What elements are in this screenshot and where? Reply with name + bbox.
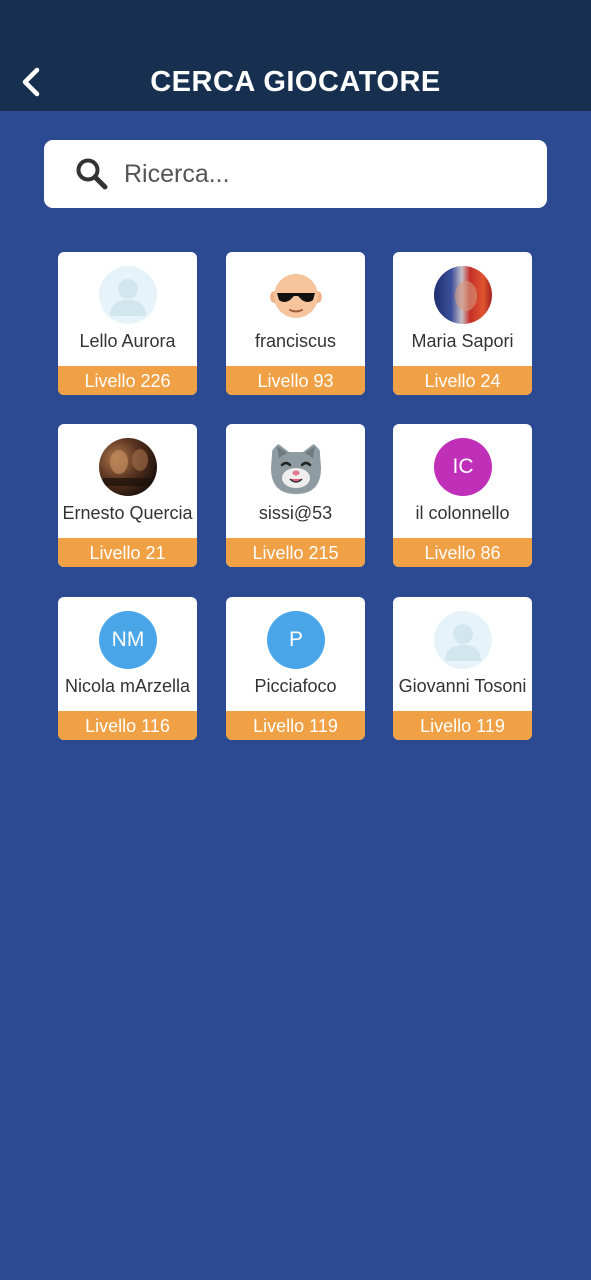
player-card[interactable]: franciscus Livello 93 xyxy=(226,252,365,395)
cat-face-avatar xyxy=(267,438,325,496)
level-badge: Livello 21 xyxy=(58,538,197,567)
player-name: sissi@53 xyxy=(258,503,333,523)
level-badge: Livello 24 xyxy=(393,366,532,395)
player-card[interactable]: Ernesto Quercia Livello 21 xyxy=(58,424,197,567)
player-name: Lello Aurora xyxy=(79,331,176,351)
page-title: CERCA GIOCATORE xyxy=(150,66,441,98)
level-badge: Livello 119 xyxy=(393,711,532,740)
player-card[interactable]: Giovanni Tosoni Livello 119 xyxy=(393,597,532,740)
movie-poster-avatar xyxy=(99,438,157,496)
initials-avatar: P xyxy=(267,611,325,669)
level-badge: Livello 226 xyxy=(58,366,197,395)
initials-avatar: NM xyxy=(99,611,157,669)
search-input[interactable] xyxy=(124,150,524,198)
photo-avatar xyxy=(434,266,492,324)
level-badge: Livello 119 xyxy=(226,711,365,740)
top-app-bar: CERCA GIOCATORE xyxy=(0,0,591,111)
player-card[interactable]: Maria Sapori Livello 24 xyxy=(393,252,532,395)
level-badge: Livello 86 xyxy=(393,538,532,567)
avatar-initials: NM xyxy=(111,628,145,651)
player-name: Maria Sapori xyxy=(411,331,514,351)
sunglasses-face-avatar xyxy=(267,266,325,324)
level-badge: Livello 93 xyxy=(226,366,365,395)
player-card[interactable]: P Picciafoco Livello 119 xyxy=(226,597,365,740)
player-name: il colonnello xyxy=(415,503,510,523)
player-name: Picciafoco xyxy=(254,676,337,696)
player-name: Giovanni Tosoni xyxy=(398,676,527,696)
player-card[interactable]: sissi@53 Livello 215 xyxy=(226,424,365,567)
player-card[interactable]: IC il colonnello Livello 86 xyxy=(393,424,532,567)
level-badge: Livello 116 xyxy=(58,711,197,740)
avatar-initials: P xyxy=(288,628,303,651)
player-name: Nicola mArzella xyxy=(64,676,191,696)
player-name: Ernesto Quercia xyxy=(62,503,193,523)
player-name: franciscus xyxy=(254,331,337,351)
default-person-avatar xyxy=(434,611,492,669)
player-card[interactable]: Lello Aurora Livello 226 xyxy=(58,252,197,395)
search-icon xyxy=(76,158,108,190)
avatar-initials: IC xyxy=(452,455,474,478)
level-badge: Livello 215 xyxy=(226,538,365,567)
player-card[interactable]: NM Nicola mArzella Livello 116 xyxy=(58,597,197,740)
search-bar[interactable] xyxy=(44,140,547,208)
initials-avatar: IC xyxy=(434,438,492,496)
default-person-avatar xyxy=(99,266,157,324)
